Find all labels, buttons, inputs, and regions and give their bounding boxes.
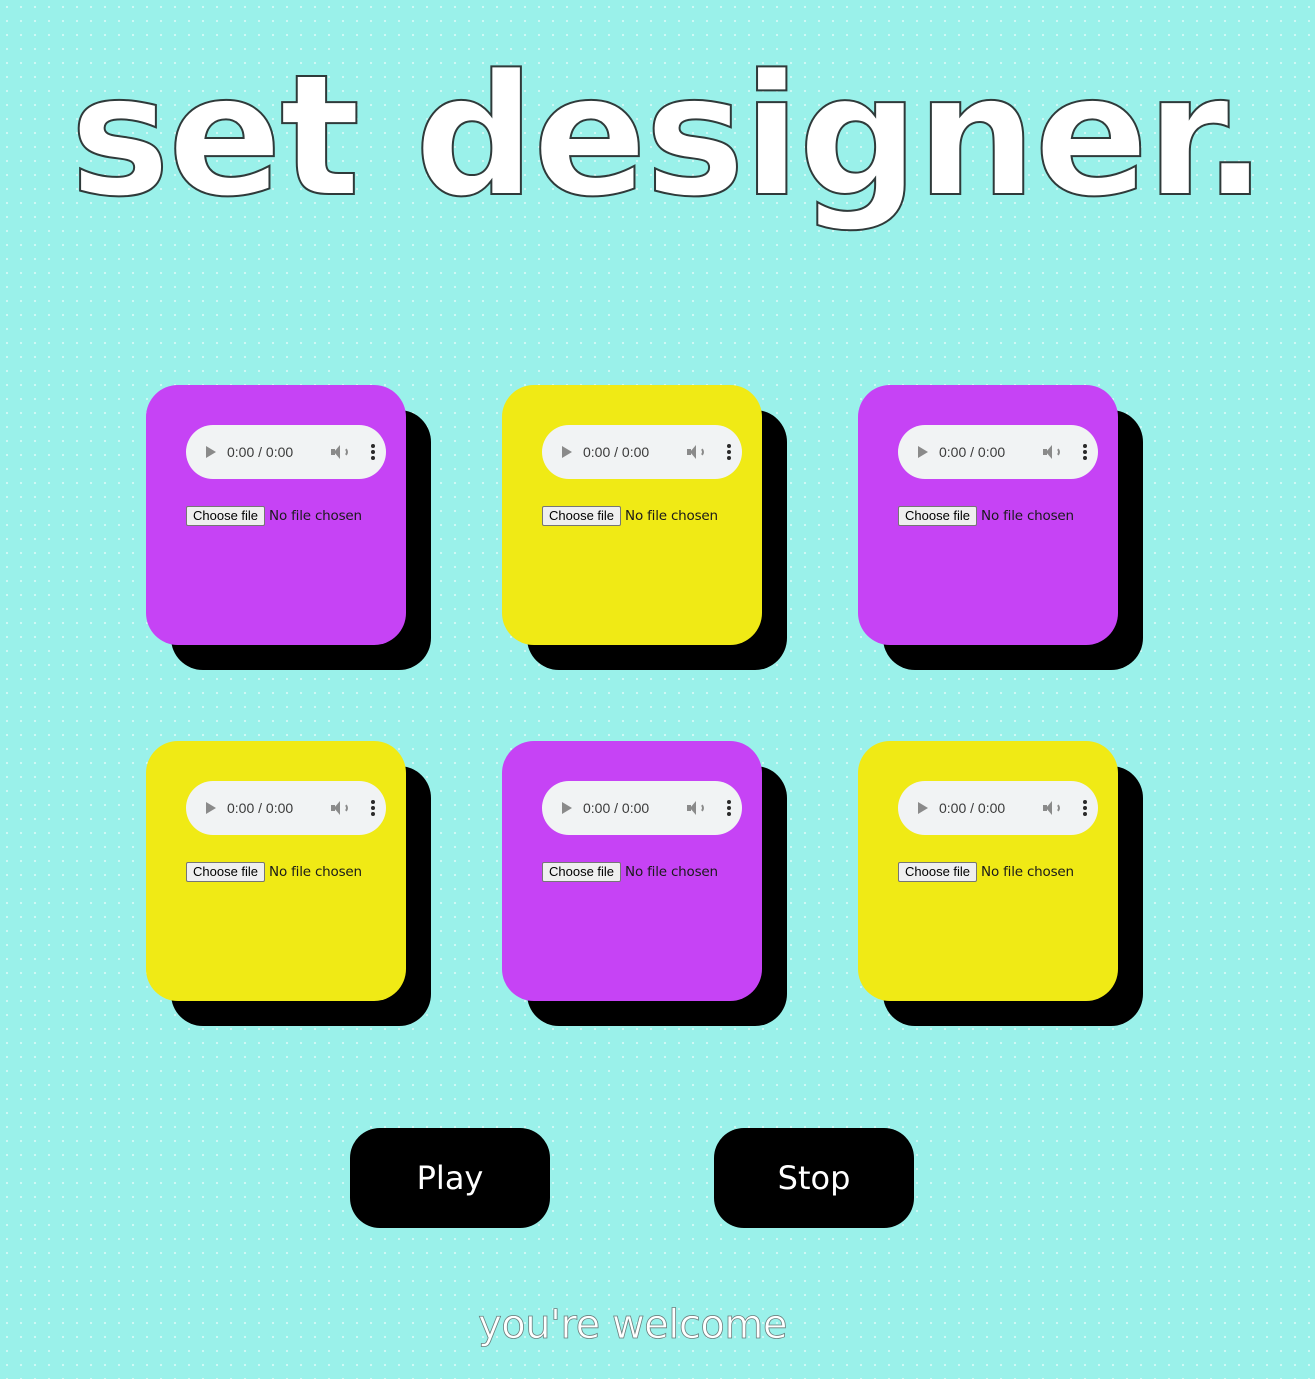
- volume-icon[interactable]: [331, 801, 348, 815]
- audio-time: 0:00 / 0:00: [583, 444, 650, 460]
- file-status: No file chosen: [981, 508, 1074, 524]
- file-status: No file chosen: [625, 508, 718, 524]
- audio-player[interactable]: 0:00 / 0:00: [898, 781, 1098, 835]
- more-options-icon[interactable]: [1083, 800, 1087, 816]
- audio-player[interactable]: 0:00 / 0:00: [186, 425, 386, 479]
- more-options-icon[interactable]: [371, 800, 375, 816]
- audio-time: 0:00 / 0:00: [583, 800, 650, 816]
- sound-pad-5: 0:00 / 0:00 Choose file No file chosen: [502, 741, 762, 1001]
- play-icon[interactable]: [918, 446, 928, 458]
- choose-file-button[interactable]: Choose file: [186, 506, 266, 526]
- choose-file-button[interactable]: Choose file: [186, 862, 266, 882]
- choose-file-button[interactable]: Choose file: [898, 506, 978, 526]
- sound-pad-4: 0:00 / 0:00 Choose file No file chosen: [146, 741, 406, 1001]
- play-icon[interactable]: [562, 446, 572, 458]
- more-options-icon[interactable]: [727, 444, 731, 460]
- play-icon[interactable]: [918, 802, 928, 814]
- file-input[interactable]: Choose file No file chosen: [186, 506, 362, 526]
- file-input[interactable]: Choose file No file chosen: [542, 862, 718, 882]
- choose-file-button[interactable]: Choose file: [542, 862, 622, 882]
- sound-pad-3: 0:00 / 0:00 Choose file No file chosen: [858, 385, 1118, 645]
- file-status: No file chosen: [269, 508, 362, 524]
- sound-pad-1: 0:00 / 0:00 Choose file No file chosen: [146, 385, 406, 645]
- play-icon[interactable]: [562, 802, 572, 814]
- play-icon[interactable]: [206, 446, 216, 458]
- stop-button[interactable]: Stop: [714, 1128, 914, 1228]
- volume-icon[interactable]: [687, 445, 704, 459]
- volume-icon[interactable]: [687, 801, 704, 815]
- file-input[interactable]: Choose file No file chosen: [186, 862, 362, 882]
- audio-time: 0:00 / 0:00: [939, 800, 1006, 816]
- audio-player[interactable]: 0:00 / 0:00: [898, 425, 1098, 479]
- audio-time: 0:00 / 0:00: [227, 444, 294, 460]
- more-options-icon[interactable]: [1083, 444, 1087, 460]
- sound-pad-6: 0:00 / 0:00 Choose file No file chosen: [858, 741, 1118, 1001]
- more-options-icon[interactable]: [371, 444, 375, 460]
- play-button[interactable]: Play: [350, 1128, 550, 1228]
- file-status: No file chosen: [625, 864, 718, 880]
- file-status: No file chosen: [269, 864, 362, 880]
- file-input[interactable]: Choose file No file chosen: [898, 862, 1074, 882]
- page-title: set designer.: [69, 38, 1268, 234]
- sound-pad-2: 0:00 / 0:00 Choose file No file chosen: [502, 385, 762, 645]
- volume-icon[interactable]: [1043, 445, 1060, 459]
- audio-player[interactable]: 0:00 / 0:00: [542, 781, 742, 835]
- file-input[interactable]: Choose file No file chosen: [542, 506, 718, 526]
- more-options-icon[interactable]: [727, 800, 731, 816]
- audio-time: 0:00 / 0:00: [939, 444, 1006, 460]
- choose-file-button[interactable]: Choose file: [542, 506, 622, 526]
- audio-player[interactable]: 0:00 / 0:00: [542, 425, 742, 479]
- audio-time: 0:00 / 0:00: [227, 800, 294, 816]
- file-status: No file chosen: [981, 864, 1074, 880]
- play-icon[interactable]: [206, 802, 216, 814]
- volume-icon[interactable]: [1043, 801, 1060, 815]
- choose-file-button[interactable]: Choose file: [898, 862, 978, 882]
- file-input[interactable]: Choose file No file chosen: [898, 506, 1074, 526]
- volume-icon[interactable]: [331, 445, 348, 459]
- footer-text: you're welcome: [478, 1302, 788, 1349]
- audio-player[interactable]: 0:00 / 0:00: [186, 781, 386, 835]
